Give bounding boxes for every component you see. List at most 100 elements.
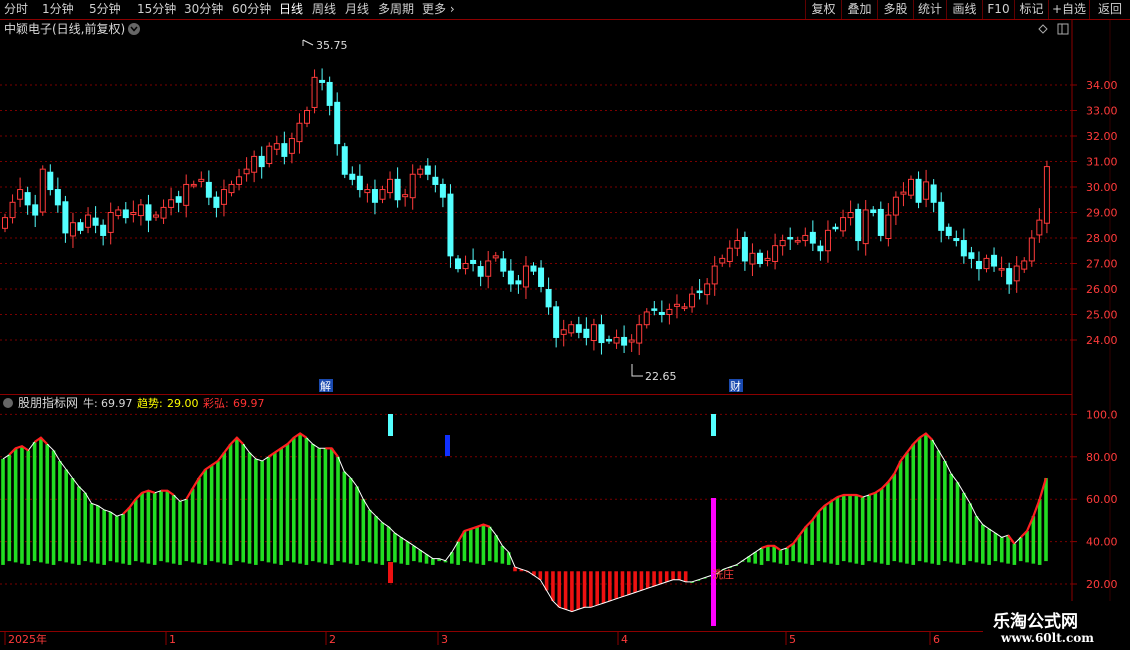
candle	[658, 300, 665, 323]
candle	[892, 191, 899, 225]
chevron-down-icon[interactable]	[128, 23, 140, 35]
bull-bar	[405, 541, 410, 565]
bull-bar	[822, 505, 827, 563]
x-tick-label: 2	[329, 633, 336, 646]
finance-event-marker[interactable]: 财	[729, 379, 743, 393]
candle	[455, 255, 461, 273]
bull-bar	[171, 494, 176, 564]
indicator-header: 股朋指标网 牛: 69.97 趋势: 29.00 彩弘: 69.97	[3, 395, 265, 410]
bull-bar	[936, 450, 941, 565]
candle	[991, 247, 998, 272]
candle	[379, 185, 386, 204]
candle	[100, 219, 107, 246]
candle	[439, 178, 446, 208]
bull-bar	[1031, 516, 1036, 564]
bull-bar	[1006, 535, 1010, 564]
bear-bar	[633, 571, 637, 593]
trend-red-line	[8, 432, 1048, 552]
signal-mark-cyan	[711, 414, 716, 436]
bear-bar	[658, 571, 663, 584]
bull-bar	[1018, 537, 1023, 562]
candle	[107, 202, 114, 245]
bull-bar	[329, 448, 334, 565]
bull-bar	[26, 450, 31, 565]
bull-bar	[152, 492, 157, 565]
candle	[741, 231, 748, 271]
bear-bar	[614, 571, 618, 599]
bear-bar	[551, 571, 555, 601]
trend-value: 29.00	[167, 397, 199, 410]
x-tick-label: 4	[621, 633, 628, 646]
bull-bar	[216, 461, 220, 563]
bull-bar	[980, 524, 985, 564]
y-tick-label: 34.00	[1086, 79, 1118, 92]
bull-bar	[374, 516, 378, 564]
candle	[734, 228, 741, 257]
candle	[583, 317, 590, 346]
candle	[855, 203, 862, 251]
candle	[522, 256, 529, 299]
y-tick-label: 26.00	[1086, 283, 1118, 296]
bull-bar	[785, 547, 789, 565]
bear-bar	[601, 571, 606, 604]
chart-title: 中颖电子(日线,前复权)	[4, 21, 125, 36]
y-tick-label: 60.00	[1086, 493, 1118, 506]
candle	[998, 256, 1005, 278]
candle	[477, 260, 484, 287]
candle	[749, 243, 756, 276]
candle	[606, 335, 612, 344]
window-restore-icon[interactable]	[1057, 23, 1069, 35]
bear-bar	[664, 571, 669, 582]
candle	[326, 76, 333, 116]
bull-bar	[462, 531, 467, 562]
candle	[115, 206, 122, 220]
candle	[500, 251, 507, 278]
watermark: 乐淘公式网 www.60lt.com	[983, 601, 1130, 650]
candle	[621, 325, 628, 354]
candle	[371, 179, 378, 215]
bull-bar	[190, 488, 195, 563]
bull-bar	[475, 526, 479, 564]
diamond-icon[interactable]	[1038, 24, 1048, 34]
candle	[666, 303, 673, 325]
candle	[334, 92, 341, 156]
bull-bar	[418, 550, 422, 563]
candle	[356, 164, 363, 198]
unlock-event-marker[interactable]: 解	[319, 379, 333, 393]
candlestick-series	[2, 68, 1050, 356]
bull-bar	[102, 509, 106, 565]
bull-bar	[291, 437, 296, 563]
candle	[145, 194, 152, 233]
bull-bar	[778, 550, 783, 564]
candle	[39, 165, 46, 216]
candle	[915, 171, 922, 209]
y-tick-label: 80.00	[1086, 451, 1118, 464]
bull-bar	[159, 490, 163, 562]
candle	[711, 256, 718, 296]
bull-bar	[393, 533, 397, 563]
candle	[1021, 257, 1028, 273]
bull-bar	[772, 545, 776, 563]
candle	[651, 300, 658, 316]
bull-bar	[487, 526, 492, 562]
bull-bar	[178, 501, 182, 565]
bull-bar	[892, 473, 897, 562]
bull-bar	[45, 444, 50, 564]
candle	[62, 195, 69, 243]
bull-bar	[121, 514, 125, 564]
bear-bar	[608, 571, 612, 601]
candle	[968, 246, 975, 269]
candle	[560, 319, 567, 347]
bear-bar	[620, 571, 625, 597]
candle	[205, 170, 212, 206]
candle	[538, 260, 545, 293]
bull-bar	[854, 494, 859, 564]
low-label: 22.65	[645, 370, 677, 383]
bear-bar	[677, 571, 682, 580]
indicator-y-axis: 100.0 80.00 60.00 40.00 20.00	[1072, 408, 1118, 591]
chevron-down-icon[interactable]	[3, 398, 13, 408]
candle	[47, 164, 54, 196]
bull-bar	[835, 497, 840, 565]
candle	[923, 169, 930, 208]
high-label: 35.75	[316, 39, 348, 52]
